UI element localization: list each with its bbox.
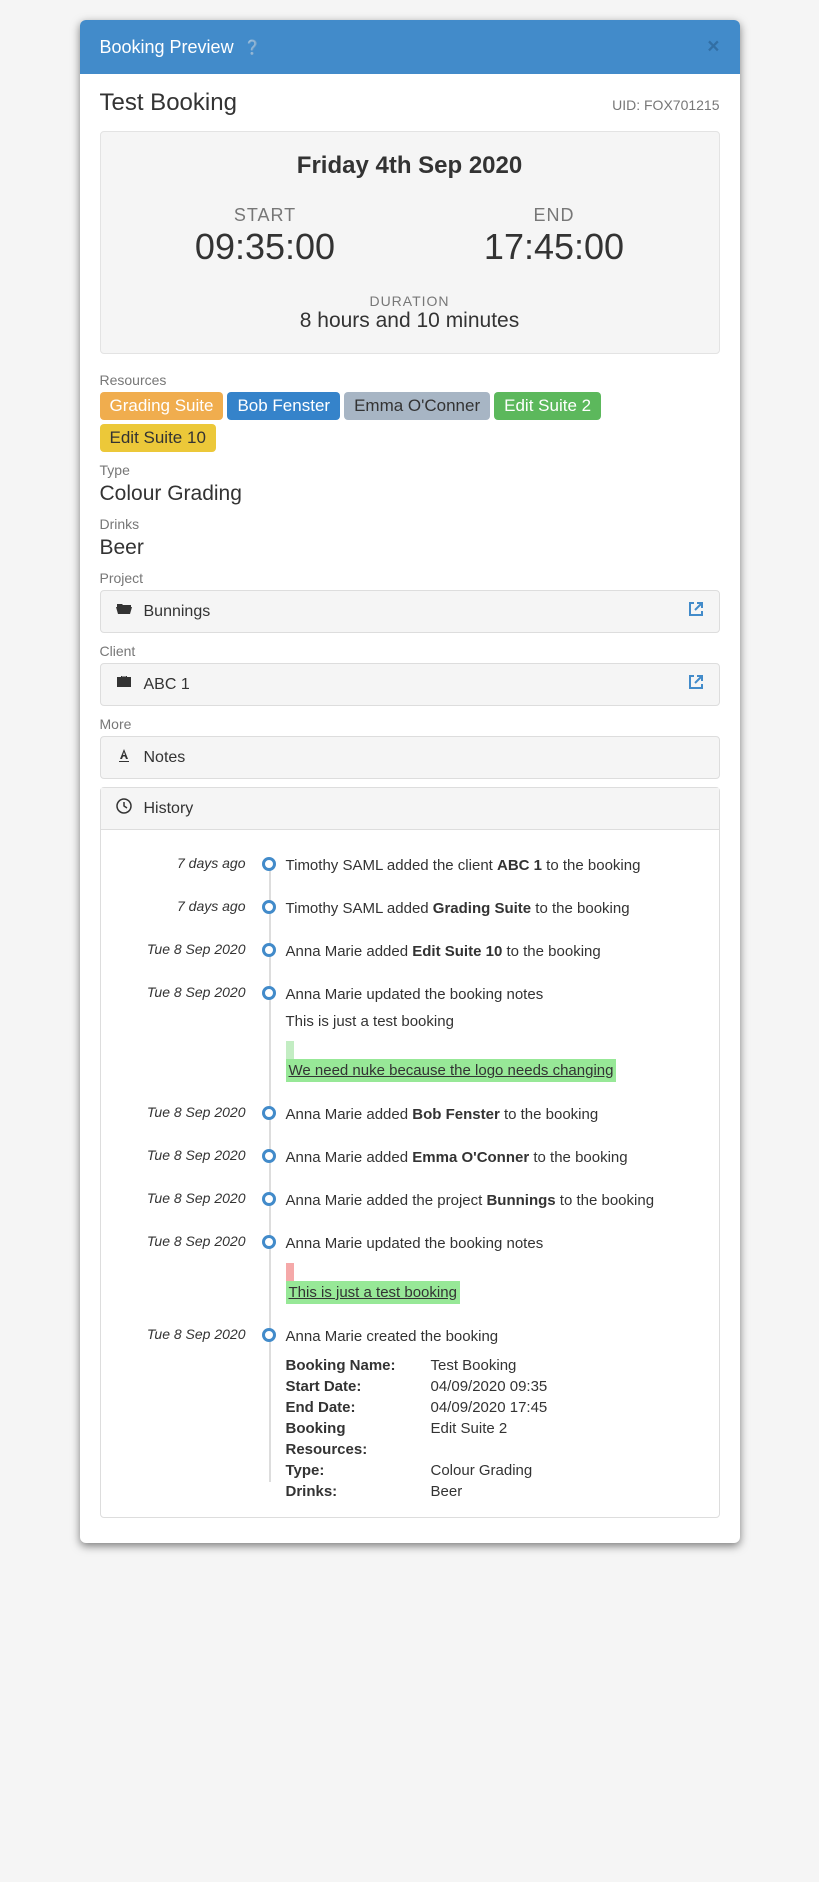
history-item: 7 days agoTimothy SAML added Grading Sui… [286, 898, 704, 919]
resources-label: Resources [100, 372, 720, 388]
history-time: Tue 8 Sep 2020 [116, 1190, 246, 1206]
duration-label: DURATION [121, 293, 699, 309]
history-time: 7 days ago [116, 855, 246, 871]
resource-badges: Grading Suite Bob Fenster Emma O'Conner … [100, 392, 720, 452]
history-text: Timothy SAML added the client ABC 1 to t… [286, 855, 704, 876]
history-item: Tue 8 Sep 2020Anna Marie created the boo… [286, 1326, 704, 1502]
notes-panel[interactable]: Notes [100, 736, 720, 779]
timeline-dot [262, 986, 276, 1000]
history-item: Tue 8 Sep 2020Anna Marie added Emma O'Co… [286, 1147, 704, 1168]
timeline-dot [262, 1235, 276, 1249]
history-timeline: 7 days ago Timothy SAML added the client … [116, 855, 704, 1502]
external-link-icon[interactable] [688, 674, 704, 695]
client-value: ABC 1 [144, 676, 190, 694]
timeline-dot [262, 1192, 276, 1206]
timeline-dot [262, 1106, 276, 1120]
history-text: Anna Marie added the project Bunnings to… [286, 1190, 704, 1211]
external-link-icon[interactable] [688, 601, 704, 622]
booking-preview-modal: Booking Preview ❔ × Test Booking UID: FO… [80, 20, 740, 1543]
history-header[interactable]: History [101, 788, 719, 830]
history-text: Anna Marie updated the booking notesThis… [286, 1233, 704, 1304]
drinks-value: Beer [100, 536, 720, 560]
timeline-dot [262, 1149, 276, 1163]
history-item: Tue 8 Sep 2020Anna Marie added the proje… [286, 1190, 704, 1211]
start-label: START [195, 205, 335, 226]
history-item: Tue 8 Sep 2020Anna Marie updated the boo… [286, 984, 704, 1082]
history-text: Timothy SAML added Grading Suite to the … [286, 898, 704, 919]
history-details: Booking Name:Test BookingStart Date:04/0… [286, 1355, 704, 1502]
font-icon [116, 747, 132, 768]
history-time: Tue 8 Sep 2020 [116, 941, 246, 957]
project-panel[interactable]: Bunnings [100, 590, 720, 633]
timeline-dot [262, 943, 276, 957]
briefcase-icon [116, 674, 132, 695]
history-panel: History 7 days ago Timothy SAML added the… [100, 787, 720, 1518]
client-label: Client [100, 643, 720, 659]
duration-value: 8 hours and 10 minutes [121, 309, 699, 333]
resource-badge[interactable]: Emma O'Conner [344, 392, 490, 420]
folder-icon [116, 601, 132, 622]
schedule-panel: Friday 4th Sep 2020 START 09:35:00 END 1… [100, 131, 720, 354]
history-item: Tue 8 Sep 2020Anna Marie added Edit Suit… [286, 941, 704, 962]
modal-title: Booking Preview [100, 37, 234, 58]
project-label: Project [100, 570, 720, 586]
modal-header: Booking Preview ❔ × [80, 20, 740, 74]
end-time: 17:45:00 [484, 226, 624, 268]
history-text: Anna Marie updated the booking notesThis… [286, 984, 704, 1082]
history-time: Tue 8 Sep 2020 [116, 1233, 246, 1249]
end-label: END [484, 205, 624, 226]
type-value: Colour Grading [100, 482, 720, 506]
history-text: Anna Marie created the bookingBooking Na… [286, 1326, 704, 1502]
history-time: Tue 8 Sep 2020 [116, 1104, 246, 1120]
drinks-label: Drinks [100, 516, 720, 532]
timeline-dot [262, 900, 276, 914]
history-time: Tue 8 Sep 2020 [116, 1326, 246, 1342]
close-icon[interactable]: × [707, 35, 719, 59]
history-time: 7 days ago [116, 898, 246, 914]
notes-label: Notes [144, 749, 186, 767]
history-text: Anna Marie added Emma O'Conner to the bo… [286, 1147, 704, 1168]
resource-badge[interactable]: Edit Suite 10 [100, 424, 216, 452]
history-item: Tue 8 Sep 2020Anna Marie added Bob Fenst… [286, 1104, 704, 1125]
history-label: History [144, 800, 194, 818]
history-text: Anna Marie added Bob Fenster to the book… [286, 1104, 704, 1125]
more-label: More [100, 716, 720, 732]
clock-icon [116, 798, 132, 819]
history-item: Tue 8 Sep 2020Anna Marie updated the boo… [286, 1233, 704, 1304]
help-icon[interactable]: ❔ [244, 39, 261, 56]
history-time: Tue 8 Sep 2020 [116, 1147, 246, 1163]
booking-date: Friday 4th Sep 2020 [121, 152, 699, 180]
type-label: Type [100, 462, 720, 478]
client-panel[interactable]: ABC 1 [100, 663, 720, 706]
resource-badge[interactable]: Bob Fenster [227, 392, 340, 420]
resource-badge[interactable]: Edit Suite 2 [494, 392, 601, 420]
timeline-dot [262, 857, 276, 871]
resource-badge[interactable]: Grading Suite [100, 392, 224, 420]
history-time: Tue 8 Sep 2020 [116, 984, 246, 1000]
project-value: Bunnings [144, 603, 211, 621]
booking-name: Test Booking [100, 89, 237, 117]
start-time: 09:35:00 [195, 226, 335, 268]
history-item: 7 days agoTimothy SAML added the client … [286, 855, 704, 876]
history-text: Anna Marie added Edit Suite 10 to the bo… [286, 941, 704, 962]
booking-uid: UID: FOX701215 [612, 97, 719, 113]
timeline-dot [262, 1328, 276, 1342]
